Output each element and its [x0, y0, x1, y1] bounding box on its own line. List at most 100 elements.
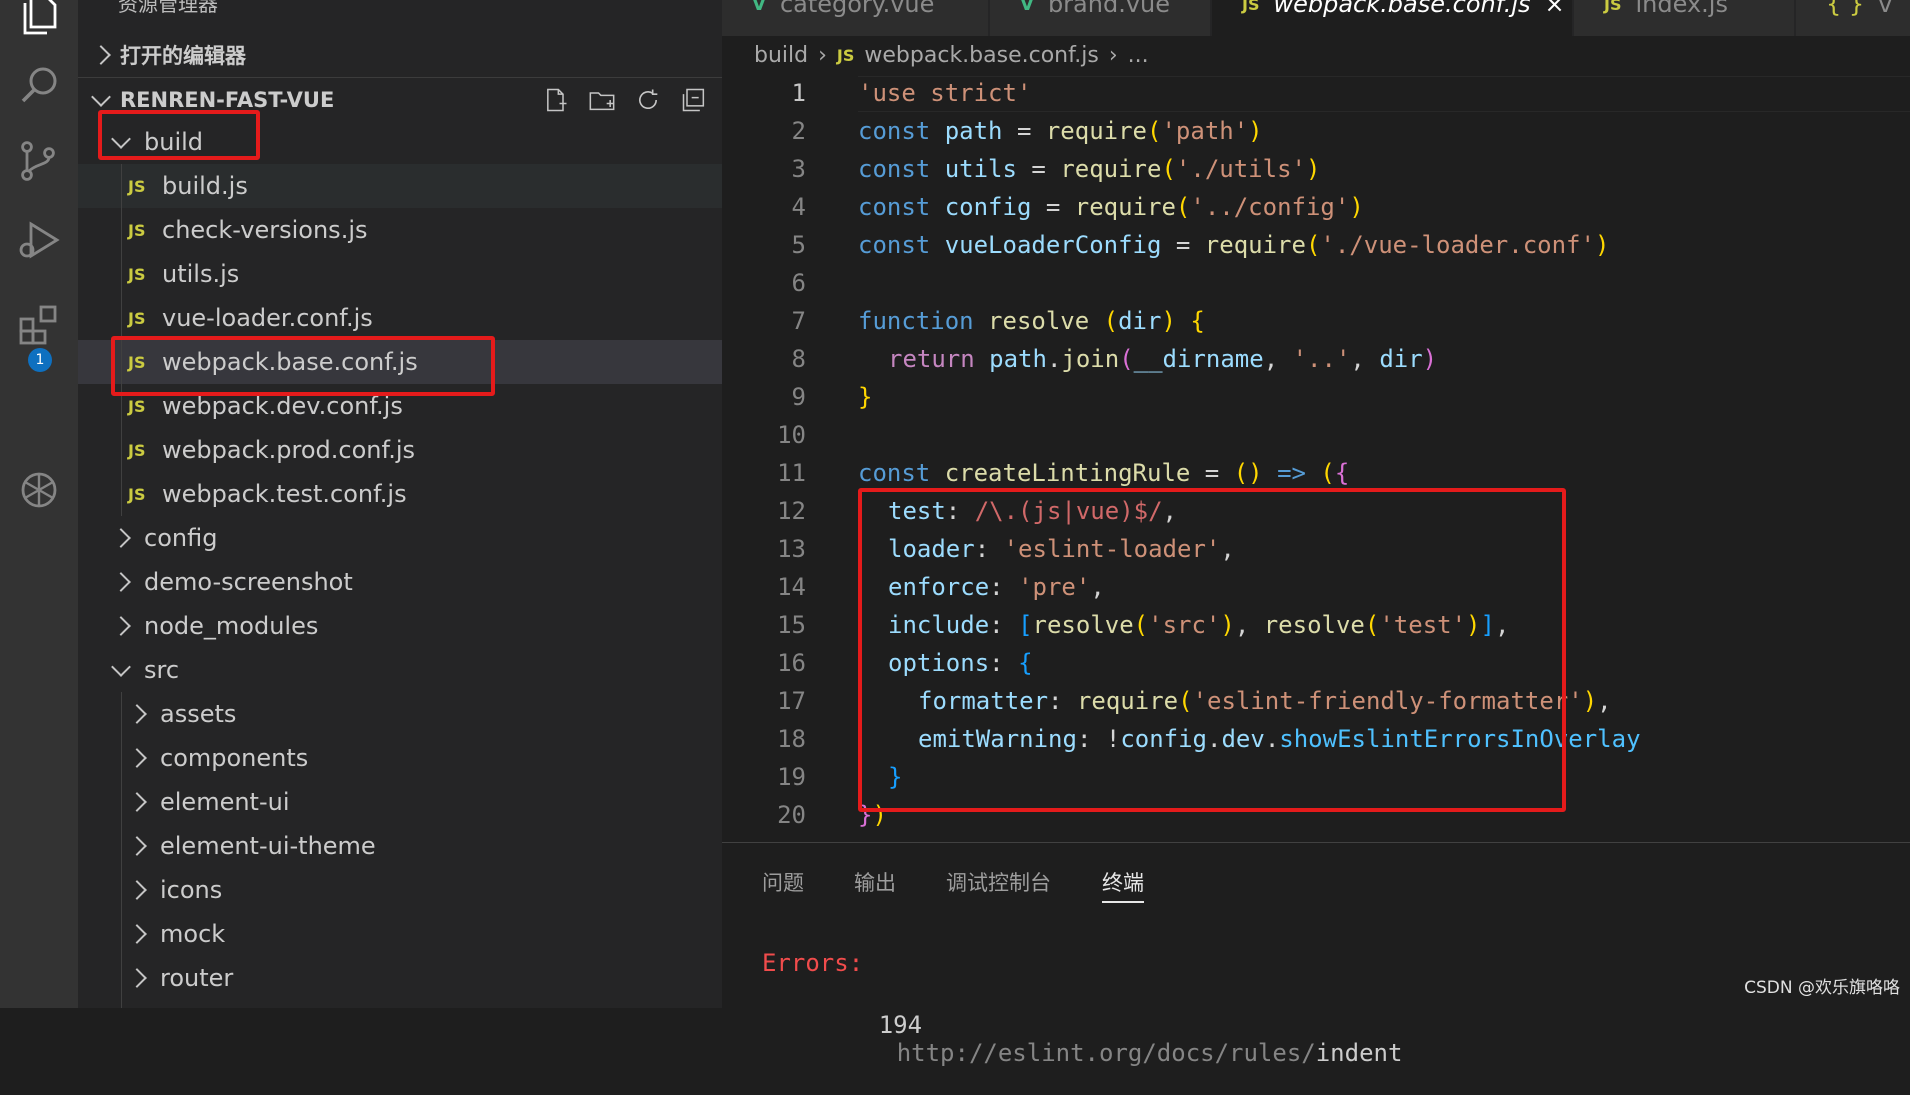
tree-folder-build[interactable]: build [78, 120, 722, 164]
js-file-icon: JS [128, 308, 146, 328]
tab-json[interactable]: { } v [1796, 0, 1910, 36]
json-file-icon: { } [1826, 0, 1865, 18]
tab-brand-vue[interactable]: Vbrand.vue [990, 0, 1211, 36]
tree-folder-demo-screenshot[interactable]: demo-screenshot [78, 560, 722, 604]
tab-category-vue[interactable]: Vcategory.vue [722, 0, 989, 36]
collapse-all-icon[interactable] [680, 86, 708, 114]
tree-folder-mock[interactable]: mock [78, 912, 722, 956]
open-editors-label: 打开的编辑器 [120, 44, 246, 68]
chevron-down-icon [91, 87, 111, 107]
code-line-18: emitWarning: !config.dev.showEslintError… [918, 725, 1641, 753]
code-line-13: loader: 'eslint-loader', [888, 535, 1235, 563]
tab-problems[interactable]: 问题 [762, 867, 804, 901]
tree-file-build-js[interactable]: JS build.js [78, 164, 722, 208]
close-icon[interactable]: × [1545, 0, 1565, 18]
chevron-right-icon [127, 748, 147, 768]
chevron-right-icon [91, 45, 111, 65]
tree-file-webpack-base-conf[interactable]: JS webpack.base.conf.js [78, 340, 722, 384]
line-number: 2 [791, 117, 806, 145]
code-line-9: } [858, 383, 873, 411]
tab-output[interactable]: 输出 [854, 867, 896, 901]
tree-folder-icons[interactable]: icons [78, 868, 722, 912]
indent-guide [121, 692, 122, 1008]
code-line-17: formatter: require('eslint-friendly-form… [918, 687, 1612, 715]
line-number: 16 [777, 649, 806, 677]
new-folder-icon[interactable] [588, 86, 616, 114]
js-file-icon: JS [128, 484, 146, 504]
chevron-down-icon [111, 129, 131, 149]
editor-area: Vcategory.vue Vbrand.vue JS webpack.base.… [722, 0, 1910, 1067]
js-file-icon: JS [128, 264, 146, 284]
code-line-12: test: /\.(js|vue)$/, [888, 497, 1177, 525]
chevron-right-icon [127, 836, 147, 856]
tree-item-label: check-versions.js [162, 216, 368, 244]
chevron-right-icon: › [1108, 42, 1118, 68]
extensions-icon[interactable]: 1 [0, 290, 78, 372]
tree-folder-node-modules[interactable]: node_modules [78, 604, 722, 648]
line-number: 9 [791, 383, 806, 411]
code-line-7: function resolve (dir) { [858, 307, 1205, 335]
line-number: 8 [791, 345, 806, 373]
tree-item-label: webpack.test.conf.js [162, 480, 407, 508]
line-number: 19 [777, 763, 806, 791]
chatgpt-icon[interactable] [0, 455, 78, 525]
tree-file-vue-loader-conf[interactable]: JS vue-loader.conf.js [78, 296, 722, 340]
line-number: 7 [791, 307, 806, 335]
line-number: 4 [791, 193, 806, 221]
tab-label: category.vue [779, 0, 935, 18]
tree-folder-element-ui-theme[interactable]: element-ui-theme [78, 824, 722, 868]
code-editor[interactable]: 1 'use strict' 2 const path = require('pat… [722, 74, 1910, 836]
project-section[interactable]: RENREN-FAST-VUE [78, 77, 722, 122]
breadcrumb-file[interactable]: webpack.base.conf.js [864, 43, 1098, 68]
explorer-title: 资源管理器 [118, 0, 218, 16]
tab-terminal[interactable]: 终端 [1102, 867, 1144, 903]
tree-folder-element-ui[interactable]: element-ui [78, 780, 722, 824]
tree-item-label: build.js [162, 172, 248, 200]
tree-folder-components[interactable]: components [78, 736, 722, 780]
error-rule-url[interactable]: http://eslint.org/docs/rules/ [897, 1039, 1316, 1067]
tab-label: brand.vue [1047, 0, 1170, 18]
code-line-2: const path = require('path') [858, 117, 1263, 145]
code-line-8: return path.join(__dirname, '..', dir) [888, 345, 1438, 373]
explorer-sidebar: 资源管理器 打开的编辑器 RENREN-FAST-VUE build JS bu… [78, 0, 796, 1008]
run-debug-icon[interactable] [0, 205, 78, 275]
tree-item-label: webpack.dev.conf.js [162, 392, 403, 420]
breadcrumb: build › JS webpack.base.conf.js › ... [754, 36, 1149, 74]
refresh-icon[interactable] [634, 86, 662, 114]
source-control-icon[interactable] [0, 126, 78, 196]
tab-index-js[interactable]: JS index.js [1574, 0, 1795, 36]
project-label: RENREN-FAST-VUE [120, 88, 335, 112]
tree-file-webpack-prod-conf[interactable]: JS webpack.prod.conf.js [78, 428, 722, 472]
line-number: 12 [777, 497, 806, 525]
tree-folder-router[interactable]: router [78, 956, 722, 1000]
tree-folder-assets[interactable]: assets [78, 692, 722, 736]
explorer-icon[interactable] [0, 0, 78, 50]
tab-webpack-base-conf[interactable]: JS webpack.base.conf.js × [1212, 0, 1573, 36]
tree-folder-config[interactable]: config [78, 516, 722, 560]
search-icon[interactable] [0, 50, 78, 120]
js-file-icon: JS [1604, 0, 1622, 14]
tree-item-label: utils.js [162, 260, 240, 288]
line-number: 14 [777, 573, 806, 601]
line-number: 20 [777, 801, 806, 829]
chevron-right-icon [127, 704, 147, 724]
tab-debug-console[interactable]: 调试控制台 [946, 867, 1051, 901]
tree-item-label: config [144, 524, 218, 552]
new-file-icon[interactable] [542, 86, 570, 114]
open-editors-section[interactable]: 打开的编辑器 [78, 33, 722, 77]
tree-folder-src[interactable]: src [78, 648, 722, 692]
indent-guide [121, 164, 122, 516]
breadcrumb-folder[interactable]: build [754, 43, 808, 68]
code-line-5: const vueLoaderConfig = require('./vue-l… [858, 231, 1610, 259]
chevron-right-icon [127, 880, 147, 900]
tree-file-check-versions[interactable]: JS check-versions.js [78, 208, 722, 252]
line-number: 18 [777, 725, 806, 753]
js-file-icon: JS [128, 352, 146, 372]
tree-file-utils[interactable]: JS utils.js [78, 252, 722, 296]
line-number: 3 [791, 155, 806, 183]
tree-item-label: webpack.prod.conf.js [162, 436, 416, 464]
tree-file-webpack-dev-conf[interactable]: JS webpack.dev.conf.js [78, 384, 722, 428]
tree-file-webpack-test-conf[interactable]: JS webpack.test.conf.js [78, 472, 722, 516]
breadcrumb-more[interactable]: ... [1128, 43, 1149, 68]
terminal-line: 194 http://eslint.org/docs/rules/indent [792, 983, 1403, 1095]
